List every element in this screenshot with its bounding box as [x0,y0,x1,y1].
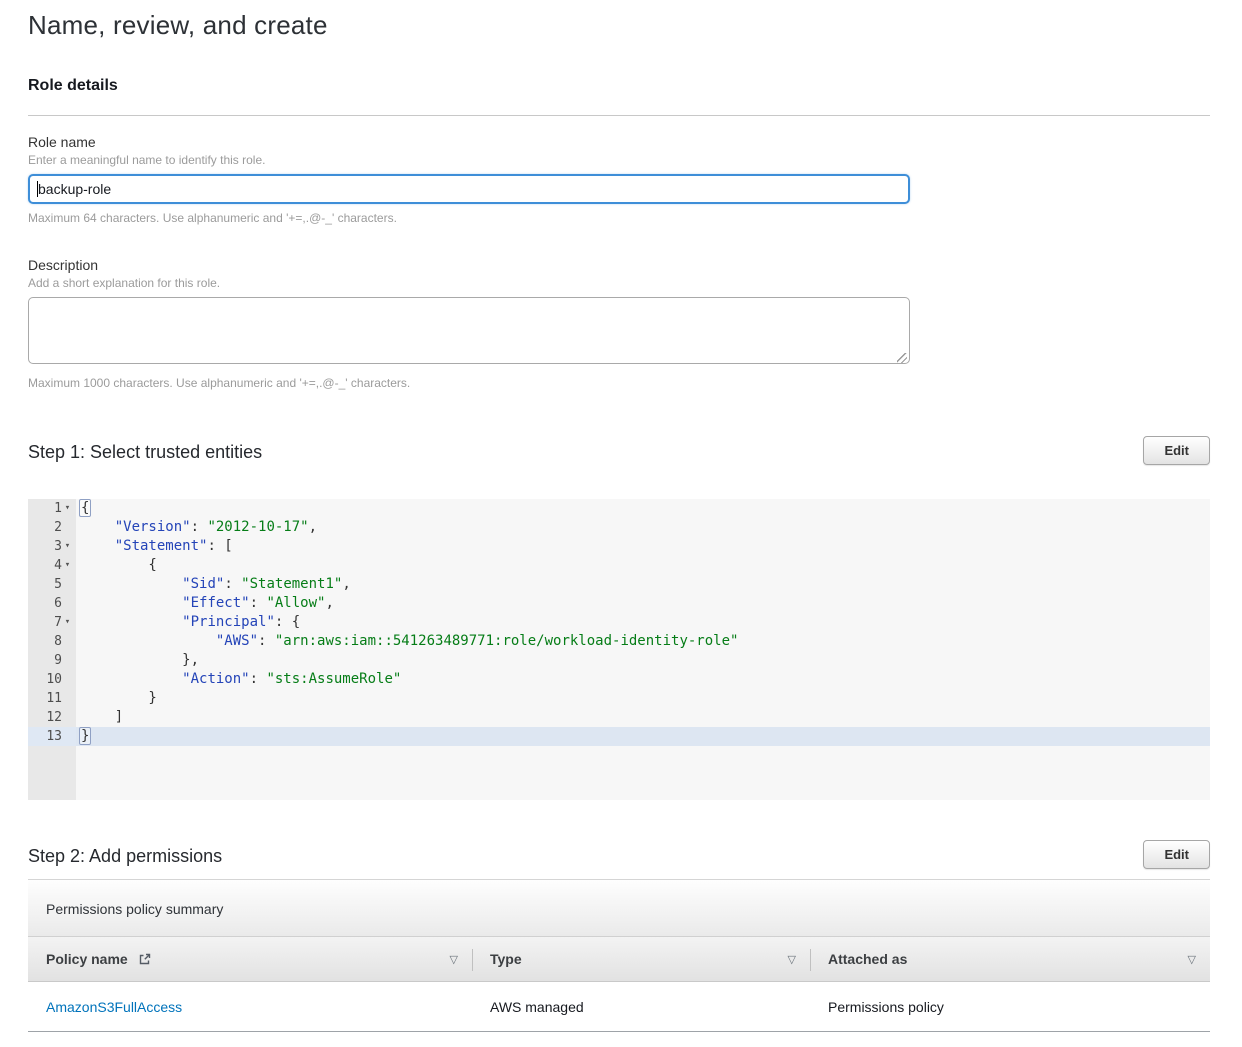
trust-policy-editor[interactable]: 1▾23▾4▾567▾8910111213 { "Version": "2012… [28,499,1210,800]
editor-code[interactable]: { "Version": "2012-10-17", "Statement": … [76,499,1210,800]
line-number[interactable]: 6 [28,594,76,613]
description-field: Description Add a short explanation for … [28,257,1210,390]
line-number[interactable]: 12 [28,708,76,727]
role-details-heading: Role details [28,77,1210,95]
code-line[interactable]: "Version": "2012-10-17", [76,518,1210,537]
permissions-panel-title: Permissions policy summary [46,901,223,917]
code-line[interactable]: "AWS": "arn:aws:iam::541263489771:role/w… [76,632,1210,651]
code-line[interactable]: }, [76,651,1210,670]
fold-arrow-icon[interactable]: ▾ [62,556,73,575]
sort-icon[interactable]: ▽ [1188,953,1196,966]
line-number[interactable]: 4▾ [28,556,76,575]
permissions-panel: Permissions policy summary Policy name ▽ [28,879,1210,1032]
step1-heading: Step 1: Select trusted entities [28,436,262,463]
column-label: Type [490,951,522,967]
code-line[interactable]: } [76,689,1210,708]
line-number[interactable]: 11 [28,689,76,708]
page-title: Name, review, and create [28,10,1210,41]
description-help: Add a short explanation for this role. [28,276,1210,290]
line-number[interactable]: 10 [28,670,76,689]
role-name-hint: Maximum 64 characters. Use alphanumeric … [28,211,1210,225]
column-header-type[interactable]: Type ▽ [472,937,810,981]
description-label: Description [28,257,1210,273]
code-line[interactable]: "Statement": [ [76,537,1210,556]
step1-header-row: Step 1: Select trusted entities Edit [28,436,1210,465]
line-number[interactable]: 8 [28,632,76,651]
step2-header-row: Step 2: Add permissions Edit [28,840,1210,869]
line-number[interactable]: 2 [28,518,76,537]
column-header-attached-as[interactable]: Attached as ▽ [810,937,1210,981]
section-divider [28,115,1210,116]
code-line[interactable]: "Effect": "Allow", [76,594,1210,613]
fold-arrow-icon[interactable]: ▾ [62,613,73,632]
page: Name, review, and create Role details Ro… [0,10,1242,1032]
code-line[interactable]: { [76,556,1210,575]
code-line[interactable]: "Sid": "Statement1", [76,575,1210,594]
line-number[interactable]: 5 [28,575,76,594]
code-line[interactable]: } [76,727,1210,746]
line-number[interactable]: 7▾ [28,613,76,632]
code-line[interactable]: { [76,499,1210,518]
role-name-label: Role name [28,134,1210,150]
description-hint: Maximum 1000 characters. Use alphanumeri… [28,376,1210,390]
editor-gutter[interactable]: 1▾23▾4▾567▾8910111213 [28,499,76,800]
code-line[interactable]: ] [76,708,1210,727]
column-label: Attached as [828,951,907,967]
role-name-input[interactable] [28,174,910,204]
step2-edit-button[interactable]: Edit [1143,840,1210,869]
code-line[interactable]: "Principal": { [76,613,1210,632]
policy-link[interactable]: AmazonS3FullAccess [46,999,182,1015]
line-number[interactable]: 9 [28,651,76,670]
permissions-table-header: Policy name ▽ Type ▽ Attached as [28,936,1210,982]
permissions-panel-header: Permissions policy summary [28,880,1210,936]
step2-heading: Step 2: Add permissions [28,840,222,867]
code-line[interactable]: "Action": "sts:AssumeRole" [76,670,1210,689]
attached-as-cell: Permissions policy [810,999,1210,1015]
external-link-icon [138,952,152,969]
line-number[interactable]: 1▾ [28,499,76,518]
description-textarea[interactable] [28,297,910,364]
role-name-help: Enter a meaningful name to identify this… [28,153,1210,167]
sort-icon[interactable]: ▽ [788,953,796,966]
table-row: AmazonS3FullAccess AWS managed Permissio… [28,982,1210,1032]
column-header-policy-name[interactable]: Policy name ▽ [28,937,472,981]
line-number[interactable]: 13 [28,727,76,746]
policy-name-cell: AmazonS3FullAccess [28,999,472,1015]
fold-arrow-icon[interactable]: ▾ [62,537,73,556]
sort-icon[interactable]: ▽ [450,953,458,966]
type-cell: AWS managed [472,999,810,1015]
text-caret [37,181,38,197]
line-number[interactable]: 3▾ [28,537,76,556]
step1-edit-button[interactable]: Edit [1143,436,1210,465]
role-name-field: Role name Enter a meaningful name to ide… [28,134,1210,225]
column-label: Policy name [46,951,128,967]
resize-handle[interactable] [897,353,907,363]
fold-arrow-icon[interactable]: ▾ [62,499,73,518]
